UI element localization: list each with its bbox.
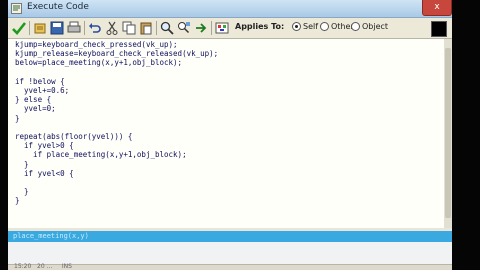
toolbar-separator [156,21,157,35]
autocomplete-highlight-bar[interactable]: place_meeting(x,y) [8,231,452,242]
applies-to-label: Applies To: [235,22,285,31]
function-hint-area [8,242,452,264]
radio-indicator [320,22,329,31]
copy-icon[interactable] [121,20,137,36]
radio-label: Self [303,22,319,31]
title-bar[interactable]: Execute Code x [8,0,452,18]
left-letterbox [0,0,8,270]
radio-selected-indicator [292,22,301,31]
toolbar-separator [211,21,212,35]
right-letterbox [452,0,480,270]
applies-to-object-radio[interactable]: Object [351,22,388,31]
status-text: 15:20 20 ... INS [14,263,72,270]
app-icon [11,3,22,14]
applies-to-self-radio[interactable]: Self [292,22,318,31]
toolbar: Applies To: Self Other Object [8,18,452,39]
paste-icon[interactable] [138,20,154,36]
object-selector-button[interactable] [431,21,447,37]
goto-icon[interactable] [193,20,209,36]
applies-to-other-radio[interactable]: Other [320,22,354,31]
window-title: Execute Code [27,2,89,12]
radio-label: Object [362,22,389,31]
search-icon[interactable] [159,20,175,36]
color-icon[interactable] [214,20,230,36]
save-icon[interactable] [49,20,65,36]
load-icon[interactable] [32,20,48,36]
print-icon[interactable] [66,20,82,36]
code-text[interactable]: kjump=keyboard_check_pressed(vk_up); kju… [15,40,218,206]
highlight-text: place_meeting(x,y) [13,232,89,240]
status-bar: 15:20 20 ... INS [8,263,452,270]
scrollbar-thumb[interactable] [445,48,451,218]
toolbar-separator [29,21,30,35]
close-button[interactable]: x [422,0,452,16]
code-editor[interactable]: kjump=keyboard_check_pressed(vk_up); kju… [8,39,444,228]
execute-code-window: Execute Code x Applies To: Self Other Ob… [8,0,452,270]
ok-check-icon[interactable] [11,20,27,36]
radio-indicator [351,22,360,31]
replace-icon[interactable] [176,20,192,36]
undo-icon[interactable] [87,20,103,36]
close-icon: x [434,2,440,12]
toolbar-separator [84,21,85,35]
cut-icon[interactable] [104,20,120,36]
